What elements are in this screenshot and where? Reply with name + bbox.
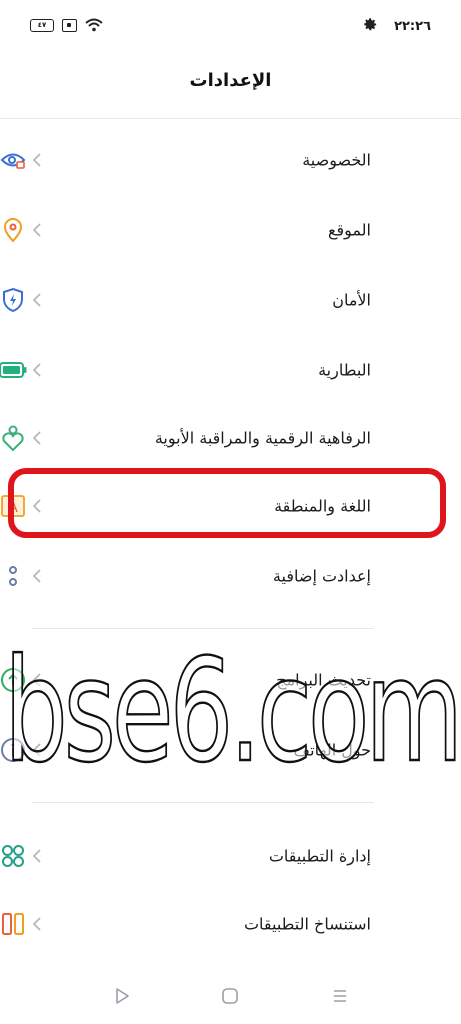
- clock: ٢٢:٢٦: [394, 19, 431, 34]
- settings-row-label: استنساخ التطبيقات: [243, 914, 371, 934]
- watermark-text: bse6.com: [4, 629, 459, 794]
- chevron-left-icon: [32, 569, 41, 583]
- header-divider: [0, 118, 461, 119]
- battery-icon: ٤٧: [30, 18, 54, 32]
- section-divider: [32, 802, 374, 803]
- chevron-left-icon: [32, 153, 41, 167]
- wellbeing-heart-icon: [0, 424, 27, 452]
- status-right: ٢٢:٢٦: [363, 17, 431, 36]
- settings-row-battery[interactable]: البطارية: [0, 342, 461, 398]
- page-title: الإعدادات: [189, 70, 272, 91]
- settings-row-app-clone[interactable]: استنساخ التطبيقات: [0, 896, 461, 952]
- settings-row-label: إعدادت إضافية: [272, 566, 371, 586]
- wifi-icon: [85, 18, 103, 32]
- settings-row-label: الأمان: [332, 290, 371, 310]
- location-pin-icon: [0, 216, 27, 244]
- settings-row-label: الرفاهية الرقمية والمراقبة الأبوية: [154, 428, 371, 448]
- settings-row-security[interactable]: الأمان: [0, 272, 461, 328]
- gear-icon[interactable]: [363, 17, 378, 36]
- status-left: ٤٧: [30, 18, 103, 32]
- privacy-eye-icon: [0, 146, 27, 174]
- chevron-left-icon: [32, 917, 41, 931]
- chevron-left-icon: [32, 293, 41, 307]
- chevron-left-icon: [32, 431, 41, 445]
- battery-icon: [0, 356, 27, 384]
- chevron-left-icon: [32, 849, 41, 863]
- settings-row-privacy[interactable]: الخصوصية: [0, 132, 461, 188]
- clone-apps-icon: [0, 910, 27, 938]
- home-icon[interactable]: [218, 984, 242, 1008]
- sim-icon: [62, 18, 77, 32]
- settings-row-location[interactable]: الموقع: [0, 202, 461, 258]
- watermark: bse6.com: [4, 610, 461, 800]
- chevron-left-icon: [32, 363, 41, 377]
- settings-row-label: إدارة التطبيقات: [268, 846, 371, 866]
- navigation-bar: [0, 968, 461, 1024]
- back-icon[interactable]: [110, 984, 134, 1008]
- settings-row-digital-wellbeing[interactable]: الرفاهية الرقمية والمراقبة الأبوية: [0, 410, 461, 466]
- chevron-left-icon: [32, 223, 41, 237]
- settings-row-label: البطارية: [318, 360, 371, 380]
- battery-percent: ٤٧: [37, 20, 47, 29]
- highlight-box: [8, 468, 446, 538]
- settings-row-label: الخصوصية: [302, 150, 371, 170]
- settings-row-label: الموقع: [328, 220, 371, 240]
- security-shield-icon: [0, 286, 27, 314]
- settings-row-additional[interactable]: إعدادت إضافية: [0, 548, 461, 604]
- recents-icon[interactable]: [328, 984, 352, 1008]
- more-dots-icon: [0, 562, 27, 590]
- apps-grid-icon: [0, 842, 27, 870]
- status-bar: ٤٧ ٢٢:٢٦: [0, 0, 461, 56]
- settings-row-app-management[interactable]: إدارة التطبيقات: [0, 828, 461, 884]
